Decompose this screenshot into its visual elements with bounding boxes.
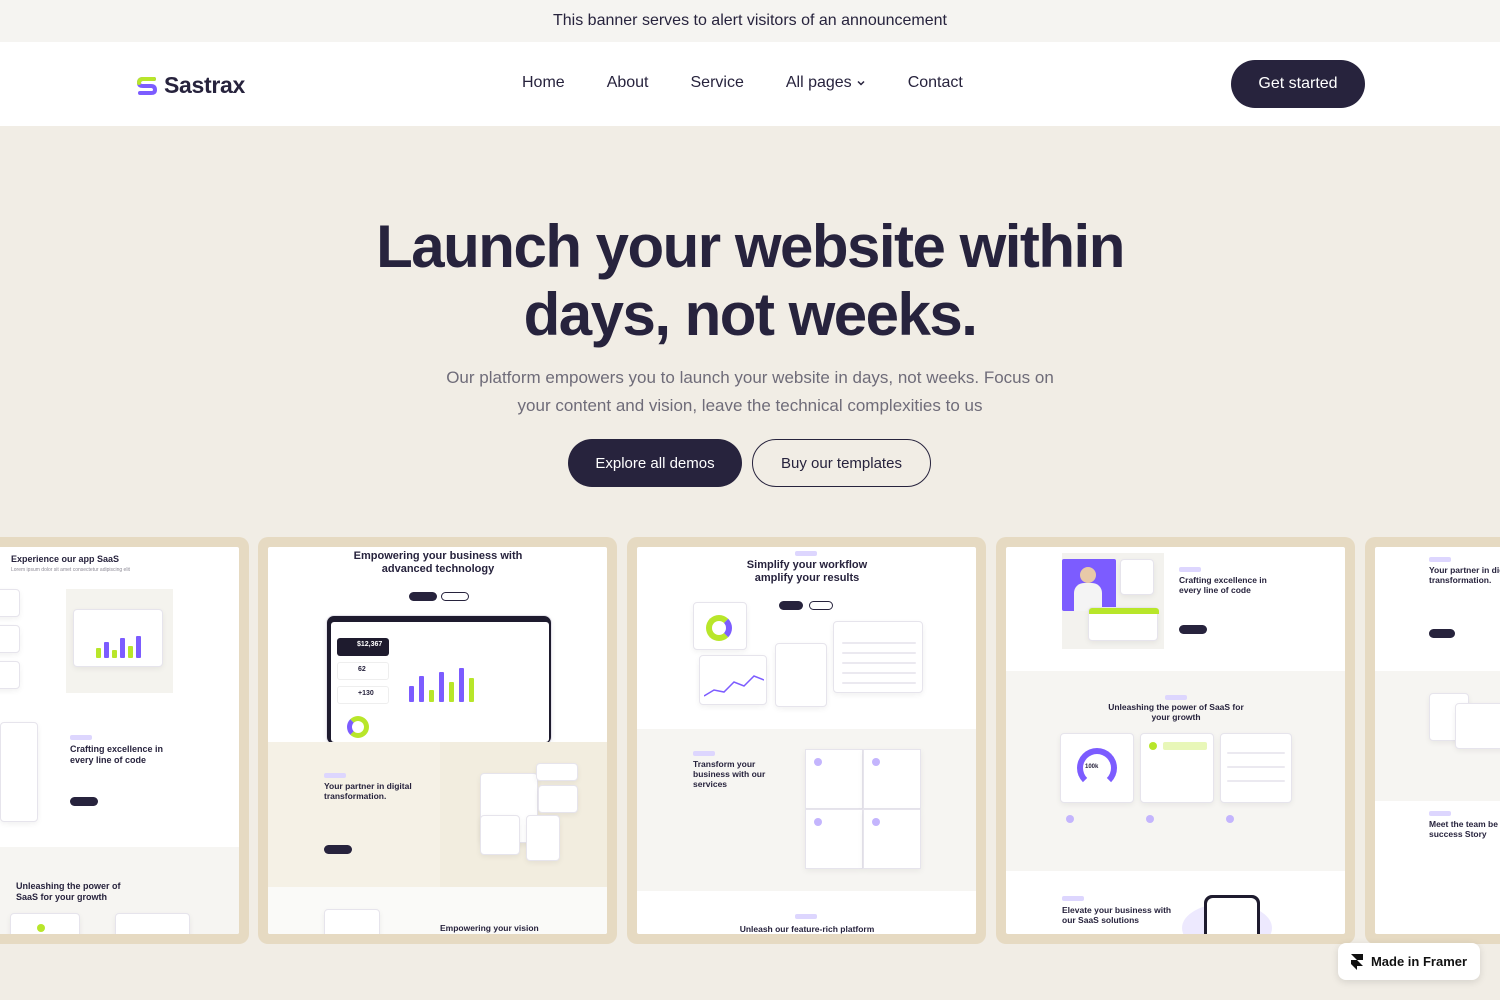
hero-subtitle-line1: Our platform empowers you to launch your… — [446, 368, 1054, 387]
brand-logo[interactable]: Sastrax — [136, 72, 245, 99]
card4-section2-title: Unleashing the power of SaaS for your gr… — [1108, 702, 1244, 722]
main-menu: Home About Service All pages Contact — [522, 74, 1005, 92]
template-card-2[interactable]: Empowering your business with advanced t… — [258, 537, 617, 944]
chevron-down-icon — [857, 80, 865, 86]
card2-section2-title: Your partner in digital transformation. — [324, 781, 412, 801]
made-in-framer-text: Made in Framer — [1370, 954, 1468, 969]
made-in-framer-badge[interactable]: Made in Framer — [1338, 943, 1480, 980]
get-started-button[interactable]: Get started — [1231, 60, 1365, 108]
brand-name: Sastrax — [164, 72, 246, 98]
card5-title: Your partner in digital transformation. — [1429, 565, 1500, 585]
card1-feature-box — [0, 661, 20, 689]
template-card-3-preview: Simplify your workflow amplify your resu… — [637, 547, 976, 934]
card4-phone — [1204, 895, 1260, 934]
card1-section2-title: Crafting excellence in every line of cod… — [70, 744, 164, 765]
explore-demos-button[interactable]: Explore all demos — [568, 439, 742, 487]
framer-logo-icon — [1350, 953, 1363, 970]
announcement-text: This banner serves to alert visitors of … — [553, 12, 947, 29]
hero-subtitle: Our platform empowers you to launch your… — [430, 364, 1070, 420]
card2-stat-count: 62 — [337, 662, 389, 680]
nav-link-service[interactable]: Service — [691, 74, 744, 92]
hero-subtitle-line2: your content and vision, leave the techn… — [517, 396, 983, 415]
card1-text: Lorem ipsum dolor sit amet consectetur a… — [11, 567, 130, 573]
template-card-5-preview: Your partner in digital transformation. … — [1375, 547, 1500, 934]
template-card-4[interactable]: Crafting excellence in every line of cod… — [996, 537, 1355, 944]
nav-link-all-pages-label: All pages — [785, 74, 852, 91]
template-previews: Experience our app SaaS Lorem ipsum dolo… — [0, 537, 1500, 944]
top-navigation: Sastrax Home About Service All pages Con… — [0, 42, 1500, 126]
card1-title: Experience our app SaaS — [11, 554, 120, 564]
card2-laptop: $12,367 62 +130 — [326, 615, 552, 745]
card1-feature-box — [0, 625, 20, 653]
template-card-5[interactable]: Your partner in digital transformation. … — [1365, 537, 1500, 944]
template-card-1[interactable]: Experience our app SaaS Lorem ipsum dolo… — [0, 537, 249, 944]
card3-section3-title: Unleash our feature-rich platform — [739, 924, 875, 934]
card2-title: Empowering your business with advanced t… — [353, 550, 523, 575]
template-card-3[interactable]: Simplify your workflow amplify your resu… — [627, 537, 986, 944]
card4-title: Crafting excellence in every line of cod… — [1179, 575, 1267, 595]
announcement-banner: This banner serves to alert visitors of … — [0, 0, 1500, 42]
buy-templates-button[interactable]: Buy our templates — [752, 439, 931, 487]
template-card-2-preview: Empowering your business with advanced t… — [268, 547, 607, 934]
card1-phone — [0, 722, 38, 822]
template-card-1-preview: Experience our app SaaS Lorem ipsum dolo… — [0, 547, 239, 934]
logo-icon — [136, 76, 158, 95]
hero-title-line1: Launch your website within — [376, 213, 1125, 280]
card2-stat-revenue: $12,367 — [337, 638, 389, 656]
card4-gauge-value: 100k — [1085, 764, 1099, 770]
nav-link-about[interactable]: About — [607, 74, 649, 92]
hero-title: Launch your website within days, not wee… — [0, 213, 1500, 349]
card2-section3-title: Empowering your vision — [440, 923, 539, 933]
nav-link-all-pages[interactable]: All pages — [786, 74, 866, 92]
card2-stat-growth: +130 — [337, 686, 389, 704]
card3-section2-title: Transform your business with our service… — [693, 759, 766, 789]
card1-dashboard — [73, 609, 163, 667]
hero-buttons: Explore all demos Buy our templates — [568, 439, 931, 487]
card1-section3-title: Unleashing the power of SaaS for your gr… — [16, 881, 121, 902]
hero-title-line2: days, not weeks. — [523, 281, 978, 348]
nav-link-contact[interactable]: Contact — [908, 74, 963, 92]
card3-title: Simplify your workflow amplify your resu… — [746, 559, 868, 584]
card5-section2-title: Meet the team be your success Story — [1429, 819, 1500, 839]
nav-link-home[interactable]: Home — [522, 74, 565, 92]
card4-person-image — [1062, 559, 1116, 611]
card4-section3-title: Elevate your business with our SaaS solu… — [1062, 905, 1172, 925]
card1-feature-box — [0, 589, 20, 617]
template-card-4-preview: Crafting excellence in every line of cod… — [1006, 547, 1345, 934]
